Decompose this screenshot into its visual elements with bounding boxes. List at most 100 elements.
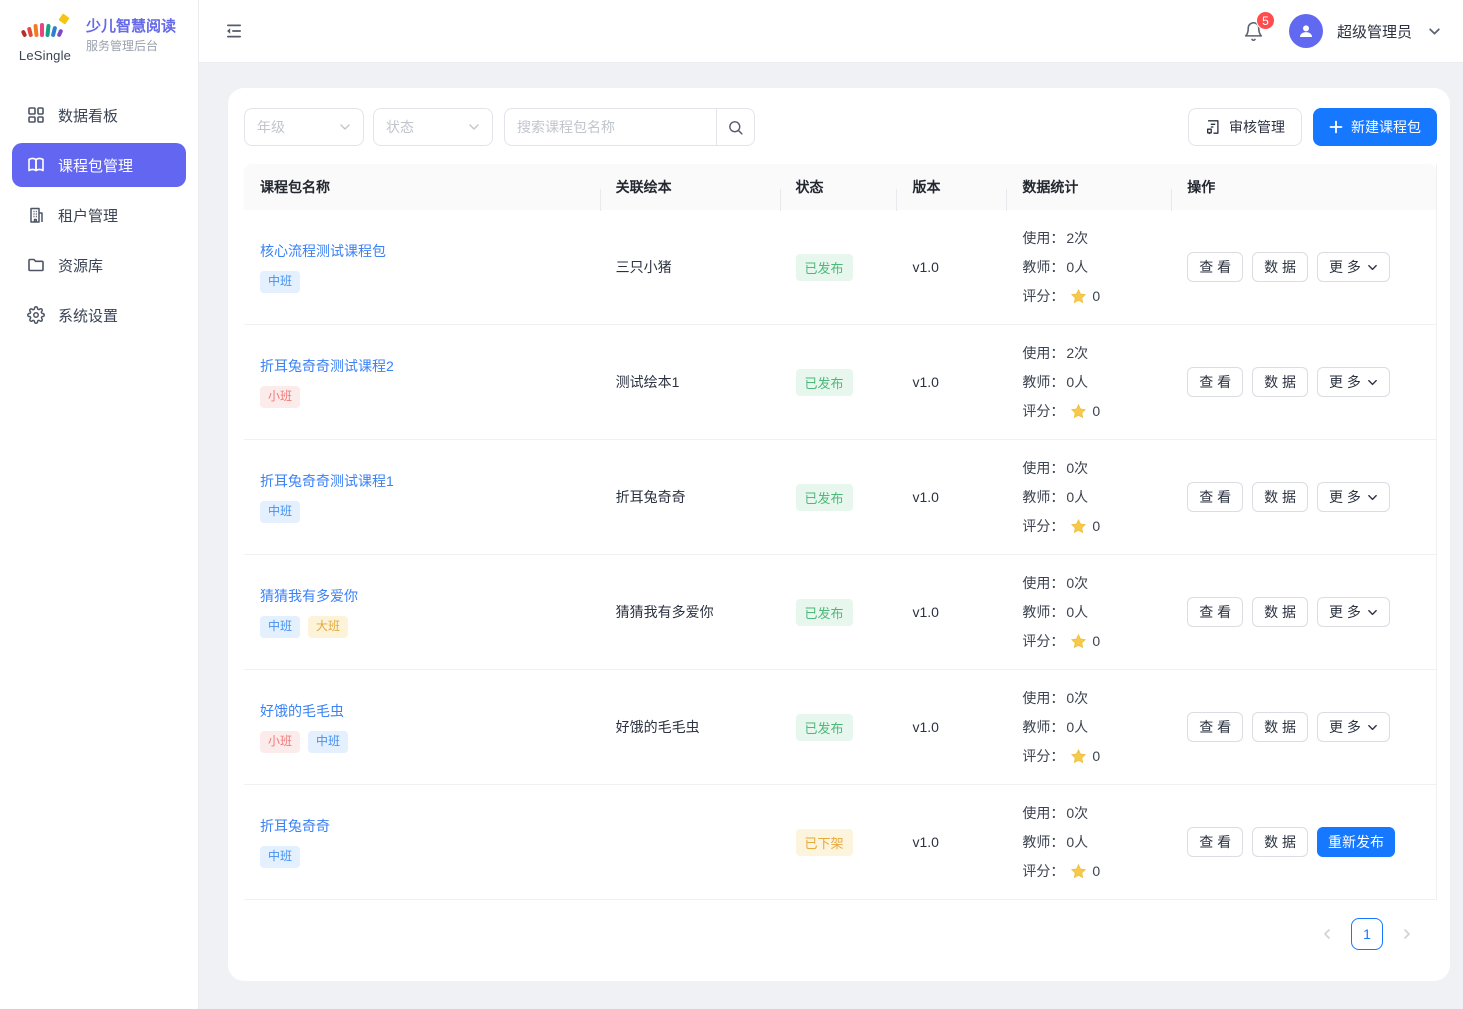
- more-button[interactable]: 更 多: [1317, 252, 1390, 282]
- chevron-down-icon: [339, 121, 351, 133]
- chevron-down-icon: [1367, 262, 1378, 273]
- sidebar-item-resources[interactable]: 资源库: [12, 243, 186, 287]
- menu-fold-icon[interactable]: [219, 16, 249, 46]
- usage-label: 使用：: [1022, 343, 1064, 363]
- more-button[interactable]: 更 多: [1317, 367, 1390, 397]
- page-number-button[interactable]: 1: [1351, 918, 1383, 950]
- column-header-status: 状态: [780, 177, 897, 197]
- data-button[interactable]: 数 据: [1252, 367, 1308, 397]
- usage-label: 使用：: [1022, 803, 1064, 823]
- version: v1.0: [896, 719, 1006, 735]
- search-button[interactable]: [716, 108, 755, 146]
- lesingle-logo-icon: LeSingle: [14, 13, 76, 59]
- data-button[interactable]: 数 据: [1252, 482, 1308, 512]
- sidebar-item-tenants[interactable]: 租户管理: [12, 193, 186, 237]
- view-button[interactable]: 查 看: [1187, 482, 1243, 512]
- republish-button[interactable]: 重新发布: [1317, 827, 1395, 857]
- search-input[interactable]: [504, 108, 716, 146]
- review-management-button[interactable]: 审核管理: [1188, 108, 1302, 146]
- grade-tags: 中班: [260, 501, 584, 523]
- more-button[interactable]: 更 多: [1317, 597, 1390, 627]
- data-button[interactable]: 数 据: [1252, 252, 1308, 282]
- status-badge: 已发布: [796, 714, 853, 741]
- course-package-link[interactable]: 核心流程测试课程包: [260, 241, 584, 261]
- view-button[interactable]: 查 看: [1187, 827, 1243, 857]
- grade-tag: 大班: [308, 616, 348, 638]
- more-button[interactable]: 更 多: [1317, 712, 1390, 742]
- view-button[interactable]: 查 看: [1187, 597, 1243, 627]
- notification-count-badge: 5: [1256, 11, 1275, 30]
- chevron-down-icon[interactable]: [1428, 25, 1441, 38]
- next-page-icon[interactable]: [1391, 918, 1423, 950]
- notification-bell-icon[interactable]: 5: [1241, 18, 1267, 44]
- sidebar-item-label: 数据看板: [58, 105, 118, 126]
- grade-tags: 中班大班: [260, 616, 584, 638]
- course-package-link[interactable]: 好饿的毛毛虫: [260, 701, 584, 721]
- rating-value: 0: [1092, 633, 1100, 649]
- stats: 使用：0次 教师：0人 评分： 0: [1006, 458, 1171, 536]
- column-header-book: 关联绘本: [600, 177, 780, 197]
- star-icon: [1070, 518, 1087, 535]
- related-book: 折耳兔奇奇: [600, 487, 780, 507]
- course-package-link[interactable]: 猜猜我有多爱你: [260, 586, 584, 606]
- column-header-name: 课程包名称: [244, 177, 600, 197]
- course-package-link[interactable]: 折耳兔奇奇测试课程2: [260, 356, 584, 376]
- table-row: 折耳兔奇奇测试课程1 中班 折耳兔奇奇 已发布 v1.0 使用：0次 教师：0人…: [244, 440, 1436, 555]
- user-name[interactable]: 超级管理员: [1337, 21, 1412, 42]
- rating-value: 0: [1092, 403, 1100, 419]
- table-row: 猜猜我有多爱你 中班大班 猜猜我有多爱你 已发布 v1.0 使用：0次 教师：0…: [244, 555, 1436, 670]
- sidebar-item-settings[interactable]: 系统设置: [12, 293, 186, 337]
- more-label: 更 多: [1329, 487, 1361, 507]
- grade-tag: 小班: [260, 731, 300, 753]
- teachers-value: 0人: [1066, 602, 1088, 622]
- rating-label: 评分：: [1022, 286, 1064, 306]
- usage-label: 使用：: [1022, 458, 1064, 478]
- stats: 使用：0次 教师：0人 评分： 0: [1006, 688, 1171, 766]
- teachers-value: 0人: [1066, 832, 1088, 852]
- sidebar-item-course-packages[interactable]: 课程包管理: [12, 143, 186, 187]
- sidebar-menu: 数据看板 课程包管理 租户管理: [0, 71, 198, 337]
- create-course-package-label: 新建课程包: [1351, 117, 1421, 137]
- table-body: 核心流程测试课程包 中班 三只小猪 已发布 v1.0 使用：2次 教师：0人 评…: [244, 210, 1436, 900]
- grade-tags: 中班: [260, 271, 584, 293]
- table-row: 折耳兔奇奇测试课程2 小班 测试绘本1 已发布 v1.0 使用：2次 教师：0人…: [244, 325, 1436, 440]
- sidebar-item-label: 课程包管理: [58, 155, 133, 176]
- avatar[interactable]: [1289, 14, 1323, 48]
- row-actions: 查 看 数 据 更 多 重新发布: [1171, 597, 1436, 627]
- previous-page-icon[interactable]: [1311, 918, 1343, 950]
- rating-value: 0: [1092, 863, 1100, 879]
- course-package-link[interactable]: 折耳兔奇奇: [260, 816, 584, 836]
- gear-icon: [26, 305, 46, 325]
- teachers-label: 教师：: [1022, 257, 1064, 277]
- version: v1.0: [896, 259, 1006, 275]
- data-button[interactable]: 数 据: [1252, 712, 1308, 742]
- sidebar-item-label: 系统设置: [58, 305, 118, 326]
- grade-tag: 中班: [260, 501, 300, 523]
- create-course-package-button[interactable]: 新建课程包: [1313, 108, 1437, 146]
- view-button[interactable]: 查 看: [1187, 712, 1243, 742]
- more-label: 更 多: [1329, 257, 1361, 277]
- course-package-link[interactable]: 折耳兔奇奇测试课程1: [260, 471, 584, 491]
- more-button[interactable]: 更 多: [1317, 482, 1390, 512]
- star-icon: [1070, 748, 1087, 765]
- rating-value: 0: [1092, 288, 1100, 304]
- grade-filter-placeholder: 年级: [257, 117, 285, 137]
- data-button[interactable]: 数 据: [1252, 597, 1308, 627]
- grade-filter-select[interactable]: 年级: [244, 108, 364, 146]
- view-button[interactable]: 查 看: [1187, 252, 1243, 282]
- course-package-panel: 年级 状态: [228, 88, 1450, 981]
- status-filter-select[interactable]: 状态: [373, 108, 493, 146]
- book-icon: [26, 155, 46, 175]
- sidebar-item-dashboard[interactable]: 数据看板: [12, 93, 186, 137]
- table-row: 核心流程测试课程包 中班 三只小猪 已发布 v1.0 使用：2次 教师：0人 评…: [244, 210, 1436, 325]
- usage-value: 2次: [1066, 343, 1088, 363]
- logo-bars-icon: [22, 23, 62, 37]
- version: v1.0: [896, 489, 1006, 505]
- pagination: 1: [244, 900, 1437, 950]
- view-button[interactable]: 查 看: [1187, 367, 1243, 397]
- brand-title: 少儿智慧阅读: [86, 17, 176, 37]
- dashboard-icon: [26, 105, 46, 125]
- data-button[interactable]: 数 据: [1252, 827, 1308, 857]
- rating-label: 评分：: [1022, 516, 1064, 536]
- grade-tag: 中班: [260, 846, 300, 868]
